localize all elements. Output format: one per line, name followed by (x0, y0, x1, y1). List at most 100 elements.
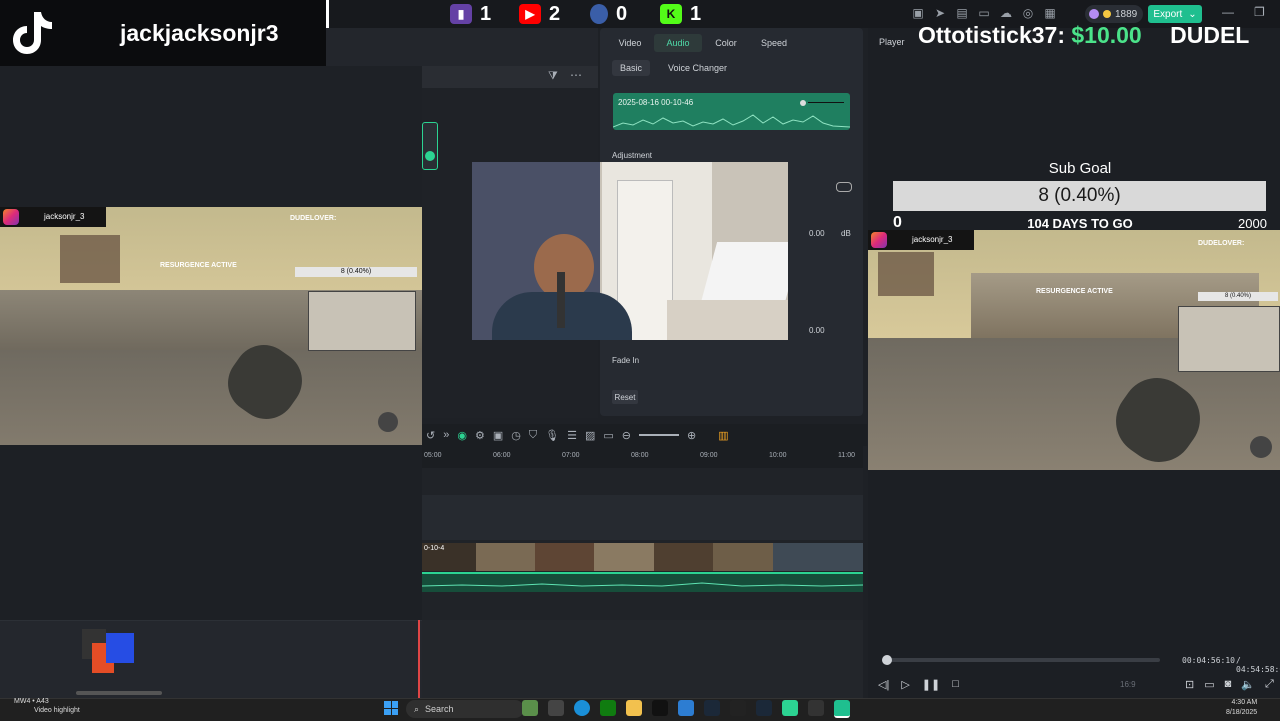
export-button[interactable]: Export ⌄ (1148, 5, 1202, 23)
zoom-in-icon[interactable]: ⊕ (687, 429, 696, 442)
value-2[interactable]: 0.00 (809, 326, 825, 335)
reset-button[interactable]: Reset (612, 390, 638, 404)
audio-track-waveform (421, 582, 864, 587)
tab-speed[interactable]: Speed (750, 34, 798, 52)
filter-icon[interactable]: ⧩ (548, 70, 558, 83)
window-icon[interactable]: ▭ (976, 5, 992, 21)
pause-icon[interactable]: ❚❚ (922, 678, 940, 691)
minimap (878, 252, 934, 296)
db-value[interactable]: 0.00 (809, 229, 825, 238)
maximize-icon[interactable]: ❐ (1254, 5, 1265, 19)
record-icon[interactable]: ◉ (457, 429, 467, 442)
headset-icon[interactable]: ◎ (1020, 5, 1036, 21)
volume-icon[interactable]: 🔈 (1241, 678, 1255, 691)
css-logo-icon (82, 629, 134, 675)
audio-track[interactable] (421, 572, 864, 592)
send-icon[interactable]: ➤ (932, 5, 948, 21)
playhead[interactable] (418, 620, 420, 698)
mini-goal-bar-right: 8 (0.40%) (1198, 292, 1278, 301)
instagram-icon (3, 209, 19, 225)
tab-audio[interactable]: Audio (654, 34, 702, 52)
sub-goal-title: Sub Goal (1048, 160, 1112, 177)
cloud-icon[interactable]: ☁ (998, 5, 1014, 21)
goal-days: 104 DAYS TO GO (1027, 216, 1133, 231)
resurgence-text: RESURGENCE ACTIVE (160, 262, 237, 269)
notification[interactable]: MW4 • A43 Video highlight (14, 697, 80, 715)
mini-webcam (308, 291, 416, 351)
property-tabs: Video Audio Color Speed (606, 34, 798, 52)
app-icon[interactable] (522, 700, 538, 716)
zoom-out-icon[interactable]: ⊖ (622, 429, 631, 442)
clip-username-right: jacksonjr_3 (912, 235, 953, 244)
crop-icon[interactable]: ⊡ (1185, 678, 1194, 691)
player-tools: ⊡ ▭ ◙ 🔈 ⤢ (1185, 678, 1274, 691)
twitch-count-value: 1 (480, 2, 492, 25)
goal-max: 2000 (1238, 216, 1267, 231)
folder-icon[interactable] (626, 700, 642, 716)
webcam-feed (472, 162, 788, 340)
camera-icon[interactable]: ▣ (493, 429, 503, 442)
fade-in-label: Fade In (612, 356, 640, 365)
taskbar-search[interactable]: ⌕ Search (406, 700, 524, 718)
undo-icon[interactable]: ↺ (426, 429, 435, 442)
app-icon[interactable] (730, 700, 746, 716)
shield-icon[interactable]: ⛉ (529, 429, 537, 442)
edge-icon[interactable] (574, 700, 590, 716)
tick-label: 08:00 (631, 452, 649, 459)
windows-start-icon[interactable] (384, 701, 398, 715)
tab-video[interactable]: Video (606, 34, 654, 52)
clock[interactable]: 4:30 AM 8/18/2025 (1226, 698, 1257, 718)
export-label: Export (1153, 8, 1183, 20)
forward-icon[interactable]: » (443, 429, 449, 441)
caption-icon[interactable]: ▭ (603, 429, 613, 442)
xbox-icon[interactable] (600, 700, 616, 716)
grid-icon[interactable]: ▦ (1042, 5, 1058, 21)
zoom-slider[interactable] (638, 434, 679, 436)
app-icon[interactable] (756, 700, 772, 716)
media-thumbnail[interactable] (422, 122, 438, 170)
ratio-select[interactable]: 16:9 (1120, 680, 1136, 689)
steam-icon[interactable] (704, 700, 720, 716)
mic-icon[interactable]: 🎙 (545, 429, 559, 442)
play-circle-icon[interactable]: ◷ (511, 429, 521, 442)
horizontal-scrollbar[interactable] (76, 691, 162, 695)
volume-track[interactable] (808, 102, 844, 103)
tiktok-app-icon[interactable] (652, 700, 668, 716)
monitor-icon[interactable]: ▭ (1204, 678, 1214, 691)
volume-knob[interactable] (800, 100, 806, 106)
video-track[interactable]: 0-10-4 (422, 543, 863, 571)
timeline-ruler[interactable]: 05:00 06:00 07:00 08:00 09:00 10:00 11:0… (422, 446, 863, 469)
gift-icon[interactable]: ▣ (910, 5, 926, 21)
progress-handle[interactable] (882, 655, 892, 665)
prev-frame-icon[interactable]: ◁| (878, 678, 889, 691)
clip-icon[interactable]: ▨ (585, 429, 595, 442)
layout-icon[interactable]: ▤ (954, 5, 970, 21)
app-icon[interactable] (808, 700, 824, 716)
app-icon[interactable] (548, 700, 564, 716)
taskbar-apps (522, 700, 850, 718)
store-icon[interactable] (678, 700, 694, 716)
app-icon[interactable] (782, 700, 798, 716)
ai-icon[interactable]: ⚙ (475, 429, 485, 442)
minimize-icon[interactable]: — (1222, 5, 1234, 19)
play-icon[interactable]: ▷ (901, 678, 909, 691)
toggle-switch[interactable] (836, 182, 852, 192)
list-icon[interactable]: ☰ (567, 429, 577, 442)
sub-goal-bar: 8 (0.40%) (893, 181, 1266, 211)
subtab-basic[interactable]: Basic (612, 60, 651, 76)
timeline-empty-track[interactable] (422, 495, 863, 540)
tab-color[interactable]: Color (702, 34, 750, 52)
more-icon[interactable]: ⋯ (570, 68, 582, 82)
filmora-icon[interactable] (834, 700, 850, 718)
stop-icon[interactable]: □ (952, 678, 959, 691)
credits-badge[interactable]: 1889 (1085, 5, 1143, 23)
fullscreen-icon[interactable]: ⤢ (1265, 678, 1274, 691)
media-search-row[interactable]: ⧩ ⋯ (422, 66, 598, 88)
audio-meter-icon[interactable]: ▥ (718, 429, 728, 442)
twitch-icon: ▮ (450, 4, 472, 24)
tiktok-username: jackjacksonjr3 (120, 20, 279, 46)
playback-progress[interactable] (882, 655, 1160, 665)
subtab-voice-changer[interactable]: Voice Changer (660, 60, 735, 76)
donation-amount: $10.00 (1071, 22, 1142, 48)
snapshot-icon[interactable]: ◙ (1225, 678, 1232, 691)
